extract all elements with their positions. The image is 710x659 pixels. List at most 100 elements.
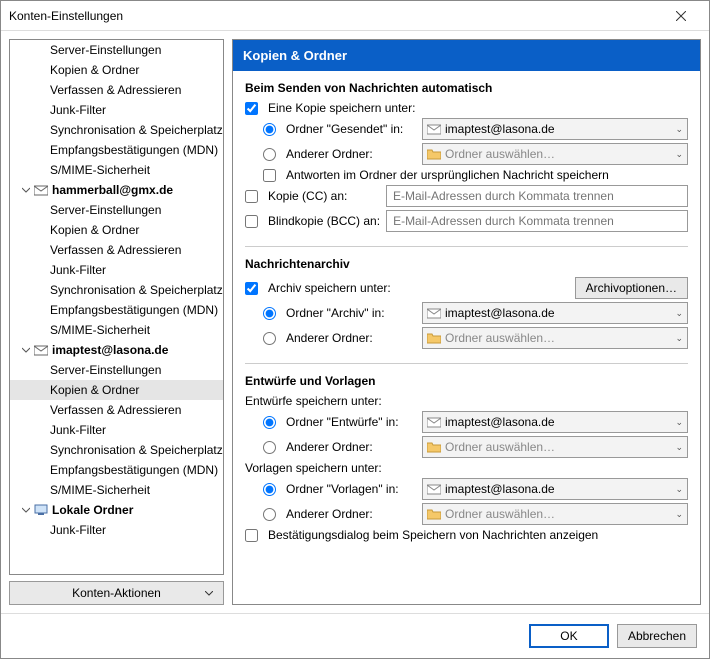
account-tree-wrap: Server-EinstellungenKopien & OrdnerVerfa… — [9, 39, 224, 575]
account-actions-label: Konten-Aktionen — [72, 586, 161, 600]
templates-other-placeholder: Ordner auswählen… — [445, 507, 675, 521]
archive-save-checkbox[interactable] — [245, 282, 258, 295]
replies-orig-checkbox[interactable] — [263, 169, 276, 182]
row-templates-save: Vorlagen speichern unter: — [245, 461, 688, 475]
row-cc: Kopie (CC) an: — [245, 185, 688, 207]
tree-item-label: Kopien & Ordner — [50, 63, 139, 77]
archive-folder-label[interactable]: Ordner "Archiv" in: — [286, 306, 416, 320]
templates-folder-label[interactable]: Ordner "Vorlagen" in: — [286, 482, 416, 496]
folder-icon — [427, 441, 441, 453]
tree-item-label: Verfassen & Adressieren — [50, 243, 181, 257]
tree-item[interactable]: S/MIME-Sicherheit — [10, 480, 223, 500]
tree-item[interactable]: Verfassen & Adressieren — [10, 400, 223, 420]
tree-item[interactable]: Empfangsbestätigungen (MDN) — [10, 140, 223, 160]
confirm-save-checkbox[interactable] — [245, 529, 258, 542]
sent-other-dropdown[interactable]: Ordner auswählen… ⌄ — [422, 143, 688, 165]
templates-folder-radio[interactable] — [263, 483, 276, 496]
cc-input[interactable] — [386, 185, 688, 207]
tree-item[interactable]: Kopien & Ordner — [10, 220, 223, 240]
replies-orig-label[interactable]: Antworten im Ordner der ursprünglichen N… — [286, 168, 609, 182]
drafts-other-dropdown[interactable]: Ordner auswählen… ⌄ — [422, 436, 688, 458]
account-tree[interactable]: Server-EinstellungenKopien & OrdnerVerfa… — [10, 40, 223, 574]
archive-save-label[interactable]: Archiv speichern unter: — [268, 281, 569, 295]
chevron-down-icon: ⌄ — [675, 442, 683, 453]
ok-button[interactable]: OK — [529, 624, 609, 648]
templates-other-dropdown[interactable]: Ordner auswählen… ⌄ — [422, 503, 688, 525]
row-archive-other: Anderer Ordner: Ordner auswählen… ⌄ — [245, 327, 688, 349]
tree-item[interactable]: S/MIME-Sicherheit — [10, 160, 223, 180]
sent-folder-radio[interactable] — [263, 123, 276, 136]
tree-item[interactable]: Empfangsbestätigungen (MDN) — [10, 300, 223, 320]
tree-item[interactable]: Junk-Filter — [10, 100, 223, 120]
tree-item[interactable]: imaptest@lasona.de — [10, 340, 223, 360]
drafts-folder-radio[interactable] — [263, 416, 276, 429]
account-actions-button[interactable]: Konten-Aktionen — [9, 581, 224, 605]
tree-item-label: Server-Einstellungen — [50, 43, 161, 57]
bcc-checkbox[interactable] — [245, 215, 258, 228]
tree-item[interactable]: Synchronisation & Speicherplatz — [10, 120, 223, 140]
sent-other-radio[interactable] — [263, 148, 276, 161]
archive-other-label[interactable]: Anderer Ordner: — [286, 331, 416, 345]
sent-other-label[interactable]: Anderer Ordner: — [286, 147, 416, 161]
mail-account-icon — [34, 184, 48, 196]
tree-item[interactable]: Lokale Ordner — [10, 500, 223, 520]
sent-folder-dropdown[interactable]: imaptest@lasona.de ⌄ — [422, 118, 688, 140]
cancel-button[interactable]: Abbrechen — [617, 624, 697, 648]
tree-item-label: Empfangsbestätigungen (MDN) — [50, 303, 218, 317]
tree-item-label: imaptest@lasona.de — [52, 343, 168, 357]
mailbox-icon — [427, 483, 441, 495]
expand-icon[interactable] — [22, 186, 34, 194]
drafts-folder-label[interactable]: Ordner "Entwürfe" in: — [286, 415, 416, 429]
sent-folder-label[interactable]: Ordner "Gesendet" in: — [286, 122, 416, 136]
tree-item[interactable]: Server-Einstellungen — [10, 40, 223, 60]
templates-save-label: Vorlagen speichern unter: — [245, 461, 382, 475]
close-button[interactable] — [661, 1, 701, 31]
expand-icon[interactable] — [22, 506, 34, 514]
tree-item[interactable]: Server-Einstellungen — [10, 360, 223, 380]
tree-item[interactable]: Kopien & Ordner — [10, 60, 223, 80]
templates-other-label[interactable]: Anderer Ordner: — [286, 507, 416, 521]
archive-folder-dropdown[interactable]: imaptest@lasona.de ⌄ — [422, 302, 688, 324]
tree-item[interactable]: Verfassen & Adressieren — [10, 80, 223, 100]
save-copy-checkbox[interactable] — [245, 102, 258, 115]
tree-item[interactable]: Synchronisation & Speicherplatz — [10, 440, 223, 460]
tree-item-label: Server-Einstellungen — [50, 363, 161, 377]
archive-other-dropdown[interactable]: Ordner auswählen… ⌄ — [422, 327, 688, 349]
bcc-label[interactable]: Blindkopie (BCC) an: — [268, 214, 380, 228]
bcc-input[interactable] — [386, 210, 688, 232]
tree-item-label: Kopien & Ordner — [50, 223, 139, 237]
tree-item[interactable]: Junk-Filter — [10, 260, 223, 280]
archive-other-radio[interactable] — [263, 332, 276, 345]
archive-folder-value: imaptest@lasona.de — [445, 306, 675, 320]
templates-other-radio[interactable] — [263, 508, 276, 521]
tree-item[interactable]: Junk-Filter — [10, 420, 223, 440]
cc-checkbox[interactable] — [245, 190, 258, 203]
tree-item[interactable]: Synchronisation & Speicherplatz — [10, 280, 223, 300]
expand-icon[interactable] — [22, 346, 34, 354]
tree-item[interactable]: Verfassen & Adressieren — [10, 240, 223, 260]
confirm-save-label[interactable]: Bestätigungsdialog beim Speichern von Na… — [268, 528, 598, 542]
tree-item[interactable]: Junk-Filter — [10, 520, 223, 540]
archive-options-button[interactable]: Archivoptionen… — [575, 277, 688, 299]
save-copy-label[interactable]: Eine Kopie speichern unter: — [268, 101, 415, 115]
dialog-footer: OK Abbrechen — [1, 613, 709, 658]
cc-label[interactable]: Kopie (CC) an: — [268, 189, 380, 203]
tree-item[interactable]: Empfangsbestätigungen (MDN) — [10, 460, 223, 480]
tree-item-label: Junk-Filter — [50, 523, 106, 537]
tree-item-label: Junk-Filter — [50, 103, 106, 117]
drafts-other-label[interactable]: Anderer Ordner: — [286, 440, 416, 454]
content-area: Server-EinstellungenKopien & OrdnerVerfa… — [1, 31, 709, 613]
tree-item[interactable]: Kopien & Ordner — [10, 380, 223, 400]
tree-item[interactable]: hammerball@gmx.de — [10, 180, 223, 200]
archive-folder-radio[interactable] — [263, 307, 276, 320]
mailbox-icon — [427, 123, 441, 135]
tree-item[interactable]: S/MIME-Sicherheit — [10, 320, 223, 340]
tree-item[interactable]: Server-Einstellungen — [10, 200, 223, 220]
drafts-other-radio[interactable] — [263, 441, 276, 454]
drafts-folder-dropdown[interactable]: imaptest@lasona.de ⌄ — [422, 411, 688, 433]
cancel-label: Abbrechen — [628, 629, 686, 643]
chevron-down-icon: ⌄ — [675, 417, 683, 428]
row-replies-orig: Antworten im Ordner der ursprünglichen N… — [245, 168, 688, 182]
row-bcc: Blindkopie (BCC) an: — [245, 210, 688, 232]
templates-folder-dropdown[interactable]: imaptest@lasona.de ⌄ — [422, 478, 688, 500]
